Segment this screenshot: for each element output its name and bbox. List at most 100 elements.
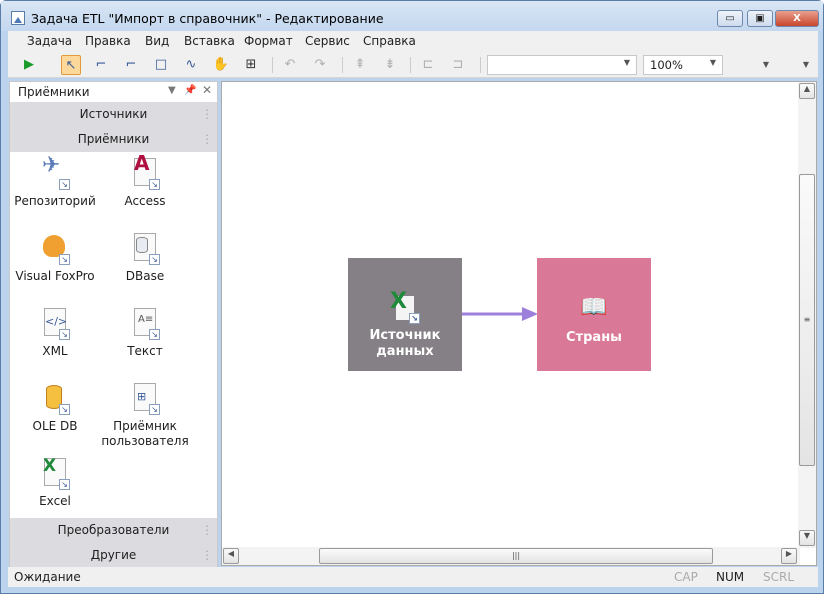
text-file-icon: A≡: [138, 314, 154, 325]
panel-close-icon[interactable]: ✕: [202, 83, 212, 97]
item-repository[interactable]: ✈ ↘ Репозиторий: [10, 153, 100, 209]
custom-receiver-icon: ⊞: [137, 390, 147, 403]
font-combo[interactable]: ▼: [487, 55, 637, 75]
receiver-badge-icon: ↘: [59, 404, 70, 415]
scroll-right-button[interactable]: ▶: [781, 548, 797, 564]
receiver-badge-icon: ↘: [59, 479, 70, 490]
menu-task[interactable]: Задача: [27, 34, 72, 48]
group-receivers[interactable]: Приёмники: [10, 127, 217, 152]
connector-arrow-icon[interactable]: ⌐: [121, 55, 141, 75]
diagram-canvas[interactable]: X ↘ Источник данных 📖 Страны ▲ ≡ ▼ ◀ ||| ▶: [221, 81, 817, 566]
minimize-button[interactable]: ▭: [717, 10, 743, 27]
scroll-up-button[interactable]: ▲: [799, 83, 815, 99]
horizontal-scroll-thumb[interactable]: |||: [319, 548, 713, 564]
node-label: Источник данных: [369, 328, 441, 359]
run-icon[interactable]: ▶: [19, 55, 39, 75]
item-label: OLE DB: [32, 419, 78, 433]
item-custom-receiver[interactable]: ⊞ ↘ Приёмник пользователя: [100, 383, 190, 449]
menu-edit[interactable]: Правка: [85, 34, 131, 48]
excel-icon: X: [43, 456, 57, 476]
toolbar-overflow-icon[interactable]: ▼: [796, 55, 816, 75]
menu-insert[interactable]: Вставка: [184, 34, 235, 48]
item-label: Текст: [127, 344, 163, 358]
scroll-lock-indicator: SCRL: [763, 570, 795, 584]
receivers-list: ✈ ↘ Репозиторий A ↘ Access ↘ Visual FoxPro ↘ D…: [10, 152, 217, 518]
group-sources[interactable]: Источники: [10, 102, 217, 127]
bring-forward-icon[interactable]: ⇞: [350, 55, 370, 75]
node-data-source[interactable]: X ↘ Источник данных: [348, 258, 462, 371]
maximize-button[interactable]: ▣: [747, 10, 773, 27]
item-excel[interactable]: X ↘ Excel: [10, 458, 100, 509]
toolbar-options-icon[interactable]: ▼: [756, 55, 776, 75]
undo-icon[interactable]: ↶: [280, 55, 300, 75]
receiver-badge-icon: ↘: [59, 179, 70, 190]
scroll-down-button[interactable]: ▼: [799, 530, 815, 546]
item-text[interactable]: A≡ ↘ Текст: [100, 308, 190, 359]
horizontal-scrollbar[interactable]: ◀ ||| ▶: [222, 547, 800, 565]
menu-format[interactable]: Формат: [244, 34, 293, 48]
send-backward-icon[interactable]: ⇟: [380, 55, 400, 75]
panel-menu-icon[interactable]: ▼: [168, 85, 176, 96]
menu-view[interactable]: Вид: [145, 34, 169, 48]
group-transformers[interactable]: Преобразователи: [10, 518, 217, 543]
title-bar: Задача ETL "Импорт в справочник" - Редак…: [1, 1, 823, 31]
select-pointer-icon[interactable]: ↖: [61, 55, 81, 75]
item-ole-db[interactable]: ↘ OLE DB: [10, 383, 100, 434]
separator: [342, 57, 343, 73]
node-countries[interactable]: 📖 Страны: [537, 258, 651, 371]
toolbar: ▶ ↖ ⌐ ⌐ □ ∿ ✋ ⊞ ↶ ↷ ⇞ ⇟ ⊏ ⊐ ▼ 100% ▼ ▼ ▼: [8, 51, 818, 78]
status-bar: Ожидание CAP NUM SCRL: [8, 567, 818, 587]
vertical-scroll-thumb[interactable]: ≡: [799, 174, 815, 466]
receiver-badge-icon: ↘: [149, 179, 160, 190]
paper-plane-icon: ✈: [42, 153, 61, 178]
vertical-scrollbar[interactable]: ▲ ≡ ▼: [798, 82, 816, 548]
item-label: DBase: [125, 269, 165, 283]
separator: [272, 57, 273, 73]
menu-service[interactable]: Сервис: [305, 34, 350, 48]
receiver-badge-icon: ↘: [149, 329, 160, 340]
receiver-badge-icon: ↘: [149, 404, 160, 415]
zoom-value: 100%: [650, 58, 683, 72]
node-label: Страны: [566, 330, 622, 345]
caps-lock-indicator: CAP: [674, 570, 698, 584]
separator: [480, 57, 481, 73]
panel-header: Приёмники ▼ 📌 ✕: [10, 82, 217, 102]
receiver-badge-icon: ↘: [149, 254, 160, 265]
item-label: Репозиторий: [14, 194, 96, 208]
app-icon: [11, 11, 25, 25]
chevron-down-icon: ▼: [709, 58, 716, 67]
item-label: Приёмник пользователя: [101, 419, 189, 448]
menu-help[interactable]: Справка: [363, 34, 416, 48]
item-dbase[interactable]: ↘ DBase: [100, 233, 190, 284]
access-icon: A: [134, 151, 150, 175]
item-label: Excel: [39, 494, 71, 508]
xml-icon: </>: [45, 315, 68, 328]
window-title: Задача ETL "Импорт в справочник" - Редак…: [31, 11, 384, 26]
redo-icon[interactable]: ↷: [310, 55, 330, 75]
item-label: Visual FoxPro: [15, 269, 95, 283]
menu-bar: Задача Правка Вид Вставка Формат Сервис …: [8, 31, 818, 51]
excel-icon: X ↘: [390, 291, 420, 324]
item-visual-foxpro[interactable]: ↘ Visual FoxPro: [10, 233, 100, 284]
status-text: Ожидание: [14, 570, 81, 584]
item-label: XML: [42, 344, 68, 358]
ungroup-icon[interactable]: ⊐: [448, 55, 468, 75]
database-icon: [136, 237, 148, 253]
zoom-combo[interactable]: 100% ▼: [643, 55, 723, 75]
receiver-badge-icon: ↘: [59, 254, 70, 265]
connection-arrow[interactable]: [462, 304, 542, 324]
item-xml[interactable]: </> ↘ XML: [10, 308, 100, 359]
pin-icon[interactable]: 📌: [184, 85, 196, 96]
num-lock-indicator: NUM: [716, 570, 745, 584]
curve-connector-icon[interactable]: ∿: [181, 55, 201, 75]
hand-pan-icon[interactable]: ✋: [211, 55, 231, 75]
item-access[interactable]: A ↘ Access: [100, 151, 190, 209]
scroll-left-button[interactable]: ◀: [223, 548, 239, 564]
panel-title: Приёмники: [18, 85, 90, 99]
elbow-connector-icon[interactable]: □: [151, 55, 171, 75]
group-icon[interactable]: ⊏: [418, 55, 438, 75]
close-button[interactable]: X: [775, 10, 819, 27]
group-other[interactable]: Другие: [10, 543, 217, 568]
connector-icon[interactable]: ⌐: [91, 55, 111, 75]
add-icon[interactable]: ⊞: [241, 55, 261, 75]
